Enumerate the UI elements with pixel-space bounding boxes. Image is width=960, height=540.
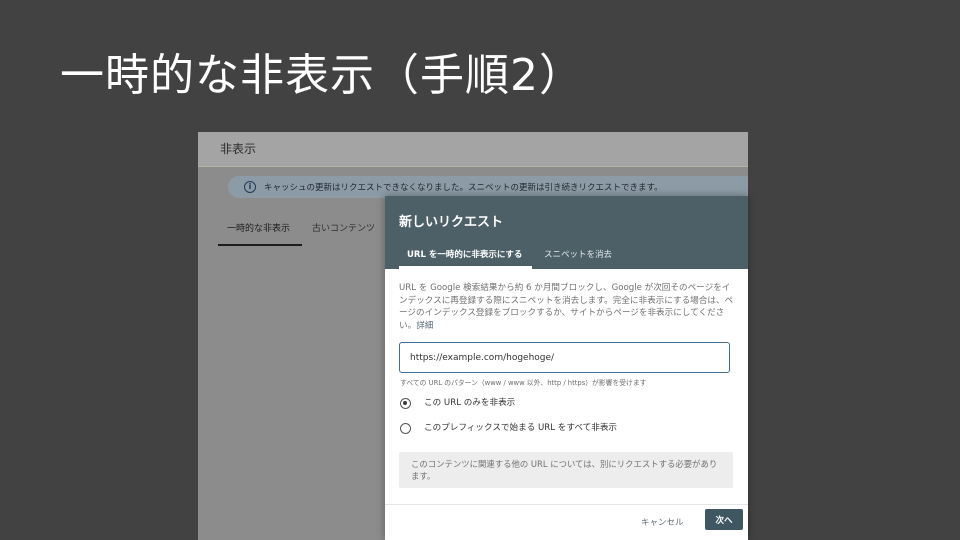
info-banner: i キャッシュの更新はリクエストできなくなりました。スニペットの更新は引き続きリ…	[228, 176, 748, 198]
dialog-footer-divider	[385, 504, 748, 505]
cancel-button[interactable]: キャンセル	[641, 512, 684, 532]
url-hint: すべての URL のパターン（www / www 以外、http / https…	[400, 379, 647, 387]
next-button[interactable]: 次へ	[705, 509, 743, 530]
option-label: この URL のみを非表示	[424, 398, 516, 408]
tab-temporarily-hide-url[interactable]: URL を一時的に非表示にする	[399, 242, 533, 269]
dialog-description: URL を Google 検索結果から約 6 か月間ブロックし、Google が…	[399, 282, 734, 332]
tab-label: URL を一時的に非表示にする	[407, 250, 523, 260]
new-request-dialog: 新しいリクエスト URL を一時的に非表示にする スニペットを消去 URL を …	[385, 196, 748, 540]
tab-clear-snippet[interactable]: スニペットを消去	[544, 248, 612, 260]
info-banner-text: キャッシュの更新はリクエストできなくなりました。スニペットの更新は引き続きリクエ…	[264, 183, 663, 193]
info-icon: i	[244, 181, 256, 193]
slide-title: 一時的な非表示（手順2）	[60, 50, 584, 101]
description-text: URL を Google 検索結果から約 6 か月間ブロックし、Google が…	[399, 283, 734, 331]
page-title: 非表示	[220, 142, 257, 156]
page-header: 非表示	[198, 132, 748, 167]
radio-checked-icon[interactable]	[400, 398, 411, 409]
learn-more-link[interactable]: 詳細	[416, 321, 433, 331]
option-label: このプレフィックスで始まる URL をすべて非表示	[424, 423, 618, 433]
tab-outdated-content[interactable]: 古いコンテンツ	[312, 221, 375, 234]
dialog-title: 新しいリクエスト	[399, 215, 504, 230]
dialog-header: 新しいリクエスト URL を一時的に非表示にする スニペットを消去	[385, 196, 748, 269]
tab-label: 一時的な非表示	[227, 224, 291, 234]
radio-unchecked-icon[interactable]	[400, 423, 411, 434]
info-note: このコンテンツに関連する他の URL については、別にリクエストする必要がありま…	[399, 452, 733, 488]
tab-temporary-removal[interactable]: 一時的な非表示	[218, 220, 302, 246]
url-input[interactable]	[399, 342, 730, 373]
